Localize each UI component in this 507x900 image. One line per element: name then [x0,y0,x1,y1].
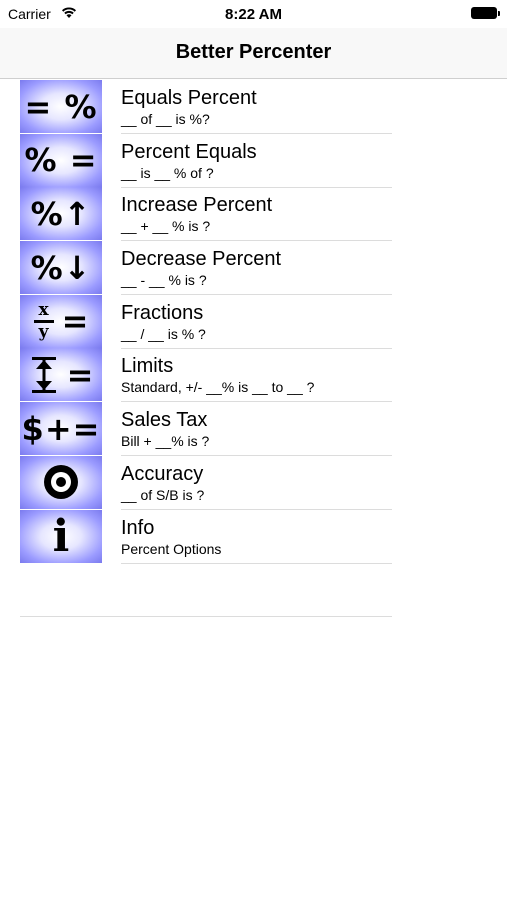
battery-icon [471,7,500,19]
list-footer-divider [20,616,392,617]
percent-decrease-icon: %↓ [20,241,102,295]
equals-percent-icon: = % [20,80,102,133]
list-item-fractions[interactable]: xy = Fractions __ / __ is % ? [20,294,392,349]
item-subtitle: Standard, +/- __% is __ to __ ? [121,379,315,396]
info-icon: i [20,509,102,563]
sales-tax-icon: $+= [20,402,102,456]
item-title: Percent Equals [121,140,257,163]
percent-increase-icon: %↑ [20,187,102,241]
item-subtitle: __ of __ is %? [121,111,210,127]
item-subtitle: __ of S/B is ? [121,486,205,503]
item-subtitle: __ - __ % is ? [121,272,207,289]
list-item-sales-tax[interactable]: $+= Sales Tax Bill + __% is ? [20,402,392,457]
item-title: Decrease Percent [121,248,282,271]
bullseye-icon [20,455,102,509]
limits-icon: = [20,348,102,402]
list-item-accuracy[interactable]: Accuracy __ of S/B is ? [20,455,392,510]
item-title: Limits [121,355,174,378]
list-item-limits[interactable]: = Limits Standard, +/- __% is __ to __ ? [20,348,392,403]
list-item-equals-percent[interactable]: = % Equals Percent __ of __ is %? [20,80,392,134]
list-item-percent-equals[interactable]: % = Percent Equals __ is __ % of ? [20,133,392,188]
fraction-icon: xy = [20,294,102,348]
item-subtitle: Bill + __% is ? [121,433,210,450]
list-item-decrease-percent[interactable]: %↓ Decrease Percent __ - __ % is ? [20,241,392,296]
clock: 8:22 AM [225,6,282,23]
page-title: Better Percenter [175,41,332,63]
item-subtitle: __ / __ is % ? [121,325,206,342]
item-subtitle: __ + __ % is ? [121,218,211,235]
item-title: Equals Percent [121,87,257,109]
list-item-info[interactable]: i Info Percent Options [20,509,392,564]
status-bar: Carrier 8:22 AM [0,0,507,28]
item-subtitle: __ is __ % of ? [121,164,214,181]
item-title: Sales Tax [121,409,208,432]
navigation-bar: Better Percenter [0,28,507,79]
list-item-increase-percent[interactable]: %↑ Increase Percent __ + __ % is ? [20,187,392,242]
item-title: Fractions [121,301,204,324]
item-subtitle: Percent Options [121,540,222,557]
percent-equals-icon: % = [20,133,102,187]
menu-list: = % Equals Percent __ of __ is %? % = Pe… [20,80,392,564]
item-title: Increase Percent [121,194,273,217]
item-title: Info [121,516,155,539]
item-title: Accuracy [121,462,204,485]
